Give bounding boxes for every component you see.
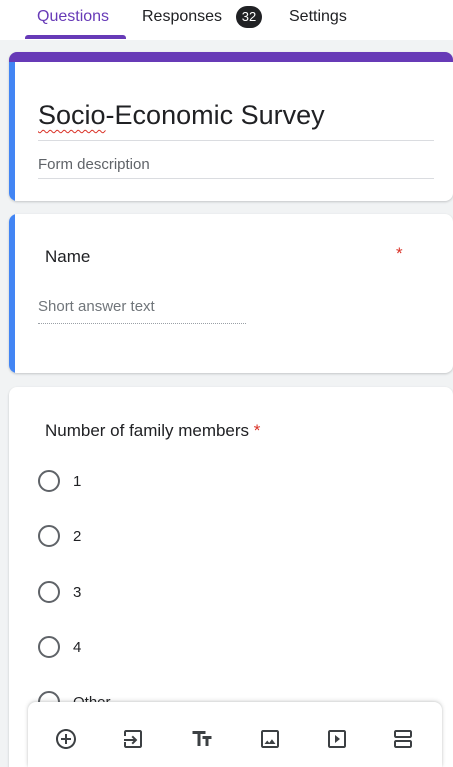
- add-item-toolbar: [28, 702, 442, 767]
- add-title-icon: [192, 731, 212, 746]
- tab-responses[interactable]: Responses: [142, 8, 222, 26]
- short-answer-placeholder: Short answer text: [38, 298, 155, 315]
- title-underline: [38, 140, 434, 141]
- add-section-icon: [394, 730, 412, 748]
- option-label: 3: [73, 584, 82, 601]
- add-title-button[interactable]: [189, 726, 215, 752]
- required-asterisk: *: [396, 244, 403, 263]
- focus-accent-bar: [9, 214, 15, 373]
- add-video-icon: [328, 730, 346, 748]
- responses-count-badge: 32: [236, 6, 262, 28]
- radio-button[interactable]: [38, 525, 60, 547]
- tab-bar: Questions Responses 32 Settings: [0, 0, 453, 40]
- question-title[interactable]: Number of family members *: [45, 421, 260, 441]
- radio-button[interactable]: [38, 470, 60, 492]
- tab-settings[interactable]: Settings: [289, 8, 347, 26]
- form-title-rest: -Economic Survey: [105, 100, 325, 130]
- import-questions-button[interactable]: [120, 726, 146, 752]
- spellcheck-word: Socio: [38, 100, 106, 130]
- option-label: 1: [73, 473, 82, 490]
- add-video-button[interactable]: [324, 726, 350, 752]
- description-underline: [38, 178, 434, 179]
- option-label: 4: [73, 639, 82, 656]
- radio-button[interactable]: [38, 581, 60, 603]
- question-card-name[interactable]: Name * Short answer text: [9, 214, 453, 373]
- add-image-icon: [261, 730, 279, 748]
- add-question-button[interactable]: [53, 726, 79, 752]
- focus-accent-bar: [9, 62, 15, 201]
- option-label: 2: [73, 528, 82, 545]
- add-section-button[interactable]: [390, 726, 416, 752]
- form-title[interactable]: Socio-Economic Survey: [38, 100, 325, 131]
- add-image-button[interactable]: [257, 726, 283, 752]
- active-tab-indicator: [25, 35, 126, 39]
- short-answer-underline: [38, 323, 246, 324]
- add-question-icon: [56, 729, 76, 749]
- required-asterisk: *: [253, 421, 261, 440]
- form-description-input[interactable]: Form description: [38, 156, 150, 173]
- tab-questions[interactable]: Questions: [37, 8, 109, 26]
- radio-button[interactable]: [38, 636, 60, 658]
- question-title-text: Number of family members: [45, 421, 250, 440]
- import-questions-icon: [124, 730, 142, 748]
- question-title[interactable]: Name: [45, 247, 90, 267]
- form-title-card[interactable]: Socio-Economic Survey Form description: [9, 52, 453, 201]
